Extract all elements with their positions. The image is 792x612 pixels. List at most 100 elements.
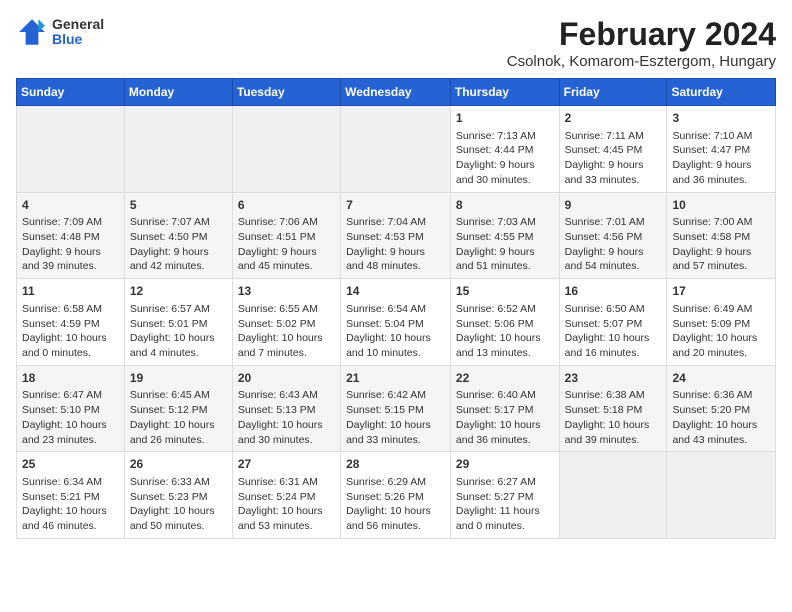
cell-content: Sunrise: 6:38 AMSunset: 5:18 PMDaylight:…: [565, 388, 662, 447]
cell-content: Sunrise: 6:49 AMSunset: 5:09 PMDaylight:…: [672, 302, 770, 361]
calendar-cell: 21Sunrise: 6:42 AMSunset: 5:15 PMDayligh…: [341, 365, 451, 452]
cell-content: Sunrise: 6:43 AMSunset: 5:13 PMDaylight:…: [238, 388, 335, 447]
sunrise-text: Sunrise: 6:52 AM: [456, 302, 554, 317]
calendar-cell: 29Sunrise: 6:27 AMSunset: 5:27 PMDayligh…: [450, 452, 559, 539]
daylight-text: Daylight: 9 hours and 39 minutes.: [22, 245, 119, 274]
sunrise-text: Sunrise: 7:00 AM: [672, 215, 770, 230]
daylight-text: Daylight: 10 hours and 56 minutes.: [346, 504, 445, 533]
day-number: 11: [22, 283, 119, 300]
day-number: 14: [346, 283, 445, 300]
daylight-text: Daylight: 10 hours and 53 minutes.: [238, 504, 335, 533]
day-number: 23: [565, 370, 662, 387]
calendar-body: 1Sunrise: 7:13 AMSunset: 4:44 PMDaylight…: [17, 106, 776, 539]
weekday-header-thursday: Thursday: [450, 79, 559, 106]
day-number: 7: [346, 197, 445, 214]
sunrise-text: Sunrise: 6:31 AM: [238, 475, 335, 490]
day-number: 27: [238, 456, 335, 473]
cell-content: Sunrise: 7:06 AMSunset: 4:51 PMDaylight:…: [238, 215, 335, 274]
calendar-week-2: 4Sunrise: 7:09 AMSunset: 4:48 PMDaylight…: [17, 192, 776, 279]
calendar-cell: 11Sunrise: 6:58 AMSunset: 4:59 PMDayligh…: [17, 279, 125, 366]
cell-content: Sunrise: 6:31 AMSunset: 5:24 PMDaylight:…: [238, 475, 335, 534]
daylight-text: Daylight: 9 hours and 33 minutes.: [565, 158, 662, 187]
title-block: February 2024 Csolnok, Komarom-Esztergom…: [507, 16, 776, 70]
sunset-text: Sunset: 5:13 PM: [238, 403, 335, 418]
day-number: 10: [672, 197, 770, 214]
daylight-text: Daylight: 10 hours and 33 minutes.: [346, 418, 445, 447]
calendar-cell: 5Sunrise: 7:07 AMSunset: 4:50 PMDaylight…: [124, 192, 232, 279]
cell-content: Sunrise: 6:34 AMSunset: 5:21 PMDaylight:…: [22, 475, 119, 534]
daylight-text: Daylight: 9 hours and 42 minutes.: [130, 245, 227, 274]
calendar-cell: 7Sunrise: 7:04 AMSunset: 4:53 PMDaylight…: [341, 192, 451, 279]
sunrise-text: Sunrise: 6:54 AM: [346, 302, 445, 317]
daylight-text: Daylight: 10 hours and 50 minutes.: [130, 504, 227, 533]
sunrise-text: Sunrise: 6:47 AM: [22, 388, 119, 403]
cell-content: Sunrise: 7:09 AMSunset: 4:48 PMDaylight:…: [22, 215, 119, 274]
calendar-cell: 18Sunrise: 6:47 AMSunset: 5:10 PMDayligh…: [17, 365, 125, 452]
calendar: SundayMondayTuesdayWednesdayThursdayFrid…: [16, 78, 776, 539]
calendar-week-3: 11Sunrise: 6:58 AMSunset: 4:59 PMDayligh…: [17, 279, 776, 366]
sunrise-text: Sunrise: 6:50 AM: [565, 302, 662, 317]
daylight-text: Daylight: 9 hours and 51 minutes.: [456, 245, 554, 274]
weekday-header-sunday: Sunday: [17, 79, 125, 106]
calendar-cell: [667, 452, 776, 539]
sunset-text: Sunset: 5:12 PM: [130, 403, 227, 418]
day-number: 25: [22, 456, 119, 473]
sunrise-text: Sunrise: 6:36 AM: [672, 388, 770, 403]
daylight-text: Daylight: 10 hours and 20 minutes.: [672, 331, 770, 360]
daylight-text: Daylight: 10 hours and 36 minutes.: [456, 418, 554, 447]
sunset-text: Sunset: 4:58 PM: [672, 230, 770, 245]
calendar-cell: 22Sunrise: 6:40 AMSunset: 5:17 PMDayligh…: [450, 365, 559, 452]
calendar-cell: 19Sunrise: 6:45 AMSunset: 5:12 PMDayligh…: [124, 365, 232, 452]
cell-content: Sunrise: 6:40 AMSunset: 5:17 PMDaylight:…: [456, 388, 554, 447]
sunset-text: Sunset: 4:44 PM: [456, 143, 554, 158]
daylight-text: Daylight: 10 hours and 10 minutes.: [346, 331, 445, 360]
calendar-cell: [232, 106, 340, 193]
sunrise-text: Sunrise: 7:13 AM: [456, 129, 554, 144]
daylight-text: Daylight: 9 hours and 48 minutes.: [346, 245, 445, 274]
day-number: 16: [565, 283, 662, 300]
daylight-text: Daylight: 10 hours and 30 minutes.: [238, 418, 335, 447]
calendar-cell: 27 Sunrise: 6:31 AMSunset: 5:24 PMDayligh…: [232, 452, 340, 539]
sunset-text: Sunset: 5:04 PM: [346, 317, 445, 332]
sunset-text: Sunset: 5:10 PM: [22, 403, 119, 418]
daylight-text: Daylight: 10 hours and 13 minutes.: [456, 331, 554, 360]
sunrise-text: Sunrise: 7:04 AM: [346, 215, 445, 230]
sunrise-text: Sunrise: 6:38 AM: [565, 388, 662, 403]
sunset-text: Sunset: 5:26 PM: [346, 490, 445, 505]
sunrise-text: Sunrise: 7:03 AM: [456, 215, 554, 230]
logo-icon: [16, 16, 48, 48]
sunset-text: Sunset: 5:17 PM: [456, 403, 554, 418]
logo: General Blue: [16, 16, 104, 48]
calendar-cell: 15Sunrise: 6:52 AMSunset: 5:06 PMDayligh…: [450, 279, 559, 366]
cell-content: Sunrise: 6:54 AMSunset: 5:04 PMDaylight:…: [346, 302, 445, 361]
daylight-text: Daylight: 9 hours and 30 minutes.: [456, 158, 554, 187]
sunset-text: Sunset: 5:01 PM: [130, 317, 227, 332]
sunset-text: Sunset: 5:27 PM: [456, 490, 554, 505]
calendar-cell: 1Sunrise: 7:13 AMSunset: 4:44 PMDaylight…: [450, 106, 559, 193]
sunrise-text: Sunrise: 7:11 AM: [565, 129, 662, 144]
cell-content: Sunrise: 7:13 AMSunset: 4:44 PMDaylight:…: [456, 129, 554, 188]
sunset-text: Sunset: 4:47 PM: [672, 143, 770, 158]
sunset-text: Sunset: 5:06 PM: [456, 317, 554, 332]
sunrise-text: Sunrise: 6:29 AM: [346, 475, 445, 490]
cell-content: Sunrise: 6:36 AMSunset: 5:20 PMDaylight:…: [672, 388, 770, 447]
calendar-cell: [559, 452, 667, 539]
sunset-text: Sunset: 5:18 PM: [565, 403, 662, 418]
main-title: February 2024: [507, 16, 776, 53]
sunset-text: Sunset: 5:21 PM: [22, 490, 119, 505]
calendar-cell: 26Sunrise: 6:33 AMSunset: 5:23 PMDayligh…: [124, 452, 232, 539]
day-number: 5: [130, 197, 227, 214]
day-number: 3: [672, 110, 770, 127]
sunset-text: Sunset: 5:20 PM: [672, 403, 770, 418]
calendar-cell: 25 Sunrise: 6:34 AMSunset: 5:21 PMDayligh…: [17, 452, 125, 539]
day-number: 2: [565, 110, 662, 127]
sunrise-text: Sunrise: 6:34 AM: [22, 475, 119, 490]
cell-content: Sunrise: 7:03 AMSunset: 4:55 PMDaylight:…: [456, 215, 554, 274]
daylight-text: Daylight: 10 hours and 23 minutes.: [22, 418, 119, 447]
daylight-text: Daylight: 10 hours and 43 minutes.: [672, 418, 770, 447]
weekday-row: SundayMondayTuesdayWednesdayThursdayFrid…: [17, 79, 776, 106]
calendar-cell: 17Sunrise: 6:49 AMSunset: 5:09 PMDayligh…: [667, 279, 776, 366]
sunset-text: Sunset: 4:55 PM: [456, 230, 554, 245]
cell-content: Sunrise: 6:45 AMSunset: 5:12 PMDaylight:…: [130, 388, 227, 447]
day-number: 22: [456, 370, 554, 387]
